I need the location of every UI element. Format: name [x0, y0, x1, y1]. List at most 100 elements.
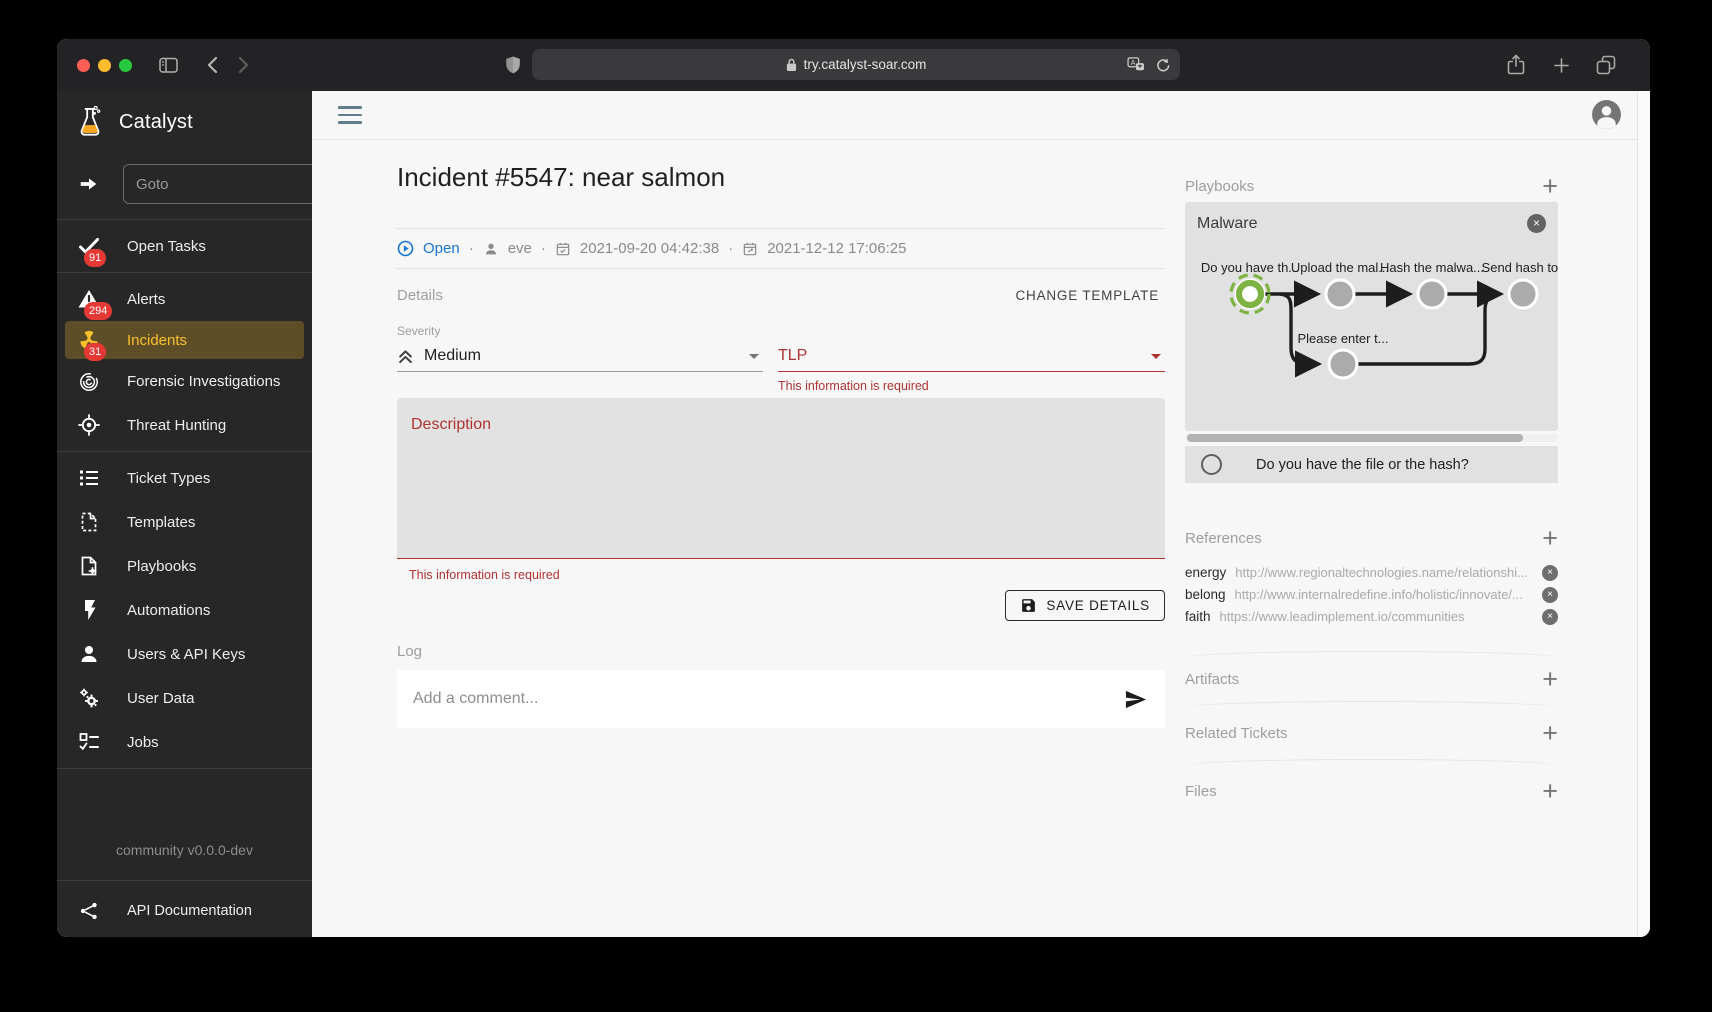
- remove-reference-icon[interactable]: ×: [1542, 587, 1558, 603]
- sidebar-item-incidents[interactable]: 31 Incidents: [65, 321, 304, 359]
- fingerprint-icon: [77, 369, 101, 393]
- sidebar-toggle-icon[interactable]: [154, 51, 182, 79]
- reference-row: belong http://www.internalredefine.info/…: [1185, 586, 1558, 603]
- playbook-task-row[interactable]: Do you have the file or the hash?: [1185, 446, 1558, 483]
- details-heading: Details: [397, 287, 443, 304]
- share-icon[interactable]: [1502, 51, 1530, 79]
- close-window-button[interactable]: [77, 59, 90, 72]
- sidebar-item-label: Alerts: [127, 291, 165, 308]
- playbooks-heading: Playbooks: [1185, 178, 1254, 195]
- sidebar-item-threat-hunting[interactable]: Threat Hunting: [57, 403, 312, 447]
- node-label: Send hash to V: [1482, 260, 1558, 275]
- remove-reference-icon[interactable]: ×: [1542, 565, 1558, 581]
- goto-arrow-icon: [77, 172, 101, 196]
- ticket-side-column: Playbooks + Malware ×: [1185, 140, 1558, 936]
- menu-icon[interactable]: [338, 106, 362, 124]
- sidebar-item-open-tasks[interactable]: 91 Open Tasks: [57, 224, 312, 268]
- sidebar-item-api-documentation[interactable]: API Documentation: [57, 885, 312, 937]
- status-row: Open · eve · 2021-09-20 04:42:38 ·: [397, 229, 1165, 269]
- add-artifact-icon[interactable]: +: [1542, 669, 1558, 689]
- brand: Catalyst: [57, 91, 312, 153]
- goto-row: [57, 153, 312, 215]
- playbook-scrollbar-track: [1185, 434, 1558, 442]
- description-textarea[interactable]: Description: [397, 398, 1165, 559]
- reference-name: faith: [1185, 609, 1211, 624]
- add-playbook-icon[interactable]: +: [1542, 176, 1558, 196]
- play-circle-icon[interactable]: [397, 240, 414, 257]
- references-heading: References: [1185, 530, 1262, 547]
- add-related-ticket-icon[interactable]: +: [1542, 723, 1558, 743]
- crosshair-icon: [77, 413, 101, 437]
- owner-icon: [483, 241, 499, 257]
- toolbar-right: [1502, 51, 1620, 79]
- send-icon[interactable]: [1124, 688, 1147, 711]
- zoom-window-button[interactable]: [119, 59, 132, 72]
- checklist-icon: [77, 730, 101, 754]
- artifacts-heading: Artifacts: [1185, 671, 1239, 688]
- sidebar-item-label: Jobs: [127, 734, 159, 751]
- sidebar-item-playbooks[interactable]: Playbooks: [57, 544, 312, 588]
- open-tasks-badge: 91: [84, 249, 106, 267]
- reference-url[interactable]: http://www.regionaltechnologies.name/rel…: [1235, 565, 1536, 580]
- sidebar-item-users-api-keys[interactable]: Users & API Keys: [57, 632, 312, 676]
- separator: ·: [469, 240, 474, 257]
- change-template-button[interactable]: CHANGE TEMPLATE: [1009, 287, 1165, 304]
- brand-name: Catalyst: [119, 111, 193, 134]
- sidebar-item-label: Incidents: [127, 332, 187, 349]
- comment-input[interactable]: [397, 690, 1124, 708]
- reload-icon[interactable]: [1155, 57, 1170, 73]
- reference-row: faith https://www.leadimplement.io/commu…: [1185, 608, 1558, 625]
- close-icon[interactable]: ×: [1527, 214, 1546, 233]
- version-text: community v0.0.0-dev: [57, 828, 312, 876]
- add-file-icon[interactable]: +: [1542, 781, 1558, 801]
- playbook-card-malware: Malware × Do you: [1185, 202, 1558, 431]
- status-label[interactable]: Open: [423, 240, 460, 257]
- remove-reference-icon[interactable]: ×: [1542, 609, 1558, 625]
- svg-text:A: A: [1131, 60, 1136, 67]
- tlp-underline: [778, 371, 1165, 372]
- node-label: Do you have th...: [1201, 260, 1299, 275]
- node-label: Please enter t...: [1297, 331, 1388, 346]
- back-icon[interactable]: [198, 51, 226, 79]
- playbook-workflow-graph[interactable]: Do you have th... Upload the mal... Hash…: [1185, 240, 1558, 430]
- sidebar-item-label: Playbooks: [127, 558, 196, 575]
- files-header: Files +: [1185, 779, 1558, 803]
- add-reference-icon[interactable]: +: [1542, 528, 1558, 548]
- log-heading: Log: [397, 643, 422, 660]
- files-heading: Files: [1185, 783, 1217, 800]
- severity-select[interactable]: Medium: [397, 342, 763, 370]
- scrollbar-gutter[interactable]: [1637, 91, 1650, 937]
- sidebar-item-forensic-investigations[interactable]: Forensic Investigations: [57, 359, 312, 403]
- sidebar-item-automations[interactable]: Automations: [57, 588, 312, 632]
- sidebar-item-label: API Documentation: [127, 903, 252, 919]
- address-bar[interactable]: try.catalyst-soar.com A: [532, 49, 1180, 80]
- sidebar-item-user-data[interactable]: User Data: [57, 676, 312, 720]
- description-placeholder: Description: [411, 416, 491, 434]
- forward-icon[interactable]: [230, 51, 258, 79]
- playbook-scrollbar-thumb[interactable]: [1187, 434, 1523, 442]
- lock-icon: [786, 58, 797, 72]
- tlp-label: TLP: [778, 347, 807, 365]
- sidebar-item-jobs[interactable]: Jobs: [57, 720, 312, 764]
- tab-overview-icon[interactable]: [1592, 51, 1620, 79]
- task-radio-icon[interactable]: [1201, 454, 1222, 475]
- sidebar-item-templates[interactable]: Templates: [57, 500, 312, 544]
- account-icon[interactable]: [1591, 99, 1622, 130]
- divider: [1185, 701, 1558, 714]
- reference-url[interactable]: http://www.internalredefine.info/holisti…: [1235, 587, 1536, 602]
- sidebar-item-ticket-types[interactable]: Ticket Types: [57, 456, 312, 500]
- reference-name: energy: [1185, 565, 1226, 580]
- comment-box: [397, 670, 1165, 728]
- translate-icon[interactable]: A: [1127, 57, 1145, 72]
- tlp-select[interactable]: TLP: [778, 342, 1165, 370]
- severity-medium-icon: [397, 348, 414, 365]
- save-details-button[interactable]: SAVE DETAILS: [1005, 590, 1165, 621]
- privacy-shield-icon[interactable]: [499, 51, 527, 79]
- minimize-window-button[interactable]: [98, 59, 111, 72]
- sidebar-item-label: Automations: [127, 602, 210, 619]
- divider: [57, 272, 312, 273]
- desktop-background: try.catalyst-soar.com A: [0, 0, 1712, 1012]
- new-tab-icon[interactable]: [1547, 51, 1575, 79]
- sidebar-item-alerts[interactable]: 294 Alerts: [57, 277, 312, 321]
- reference-url[interactable]: https://www.leadimplement.io/communities: [1220, 609, 1536, 624]
